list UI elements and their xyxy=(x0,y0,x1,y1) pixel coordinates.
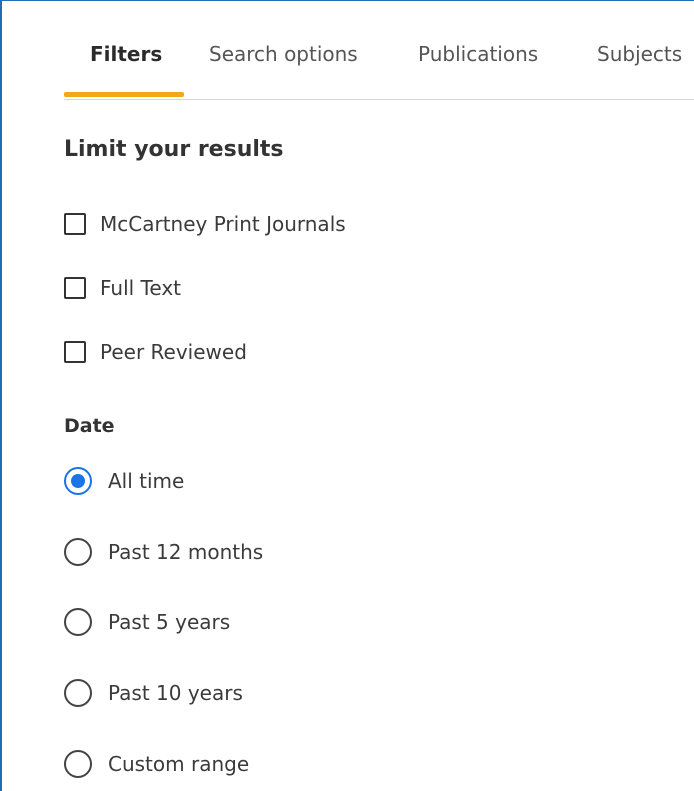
filter-peer-reviewed[interactable]: Peer Reviewed xyxy=(64,338,247,366)
tab-bar: Filters Search options Publications Subj… xyxy=(64,29,694,100)
tab-search-options[interactable]: Search options xyxy=(209,29,358,99)
filter-mccartney-print-journals[interactable]: McCartney Print Journals xyxy=(64,210,346,238)
active-tab-indicator xyxy=(64,92,184,97)
past-12-months-label: Past 12 months xyxy=(108,540,264,564)
mccartney-print-journals-checkbox[interactable] xyxy=(64,213,86,235)
tab-publications[interactable]: Publications xyxy=(418,29,538,99)
past-10-years-radio[interactable] xyxy=(64,679,92,707)
tab-subjects[interactable]: Subjects xyxy=(597,29,682,99)
date-section-title: Date xyxy=(64,415,115,437)
past-5-years-radio[interactable] xyxy=(64,608,92,636)
date-option-past-12-months[interactable]: Past 12 months xyxy=(64,536,263,568)
all-time-label: All time xyxy=(108,469,185,493)
custom-range-label: Custom range xyxy=(108,752,250,776)
past-10-years-label: Past 10 years xyxy=(108,681,243,705)
date-option-custom-range[interactable]: Custom range xyxy=(64,748,249,780)
tab-publications-label: Publications xyxy=(418,42,539,66)
tab-subjects-label: Subjects xyxy=(597,42,683,66)
custom-range-radio[interactable] xyxy=(64,750,92,778)
past-5-years-label: Past 5 years xyxy=(108,610,231,634)
filter-full-text[interactable]: Full Text xyxy=(64,274,181,302)
mccartney-print-journals-label: McCartney Print Journals xyxy=(100,212,346,236)
filter-panel: Filters Search options Publications Subj… xyxy=(0,0,694,791)
tab-filters[interactable]: Filters xyxy=(90,29,162,99)
full-text-label: Full Text xyxy=(100,276,182,300)
date-option-past-10-years[interactable]: Past 10 years xyxy=(64,677,243,709)
peer-reviewed-checkbox[interactable] xyxy=(64,341,86,363)
tab-search-options-label: Search options xyxy=(209,42,358,66)
full-text-checkbox[interactable] xyxy=(64,277,86,299)
tab-filters-label: Filters xyxy=(90,42,163,66)
date-option-past-5-years[interactable]: Past 5 years xyxy=(64,606,230,638)
past-12-months-radio[interactable] xyxy=(64,538,92,566)
all-time-radio[interactable] xyxy=(64,467,92,495)
limit-results-heading: Limit your results xyxy=(64,137,284,162)
peer-reviewed-label: Peer Reviewed xyxy=(100,340,247,364)
date-option-all-time[interactable]: All time xyxy=(64,465,184,497)
